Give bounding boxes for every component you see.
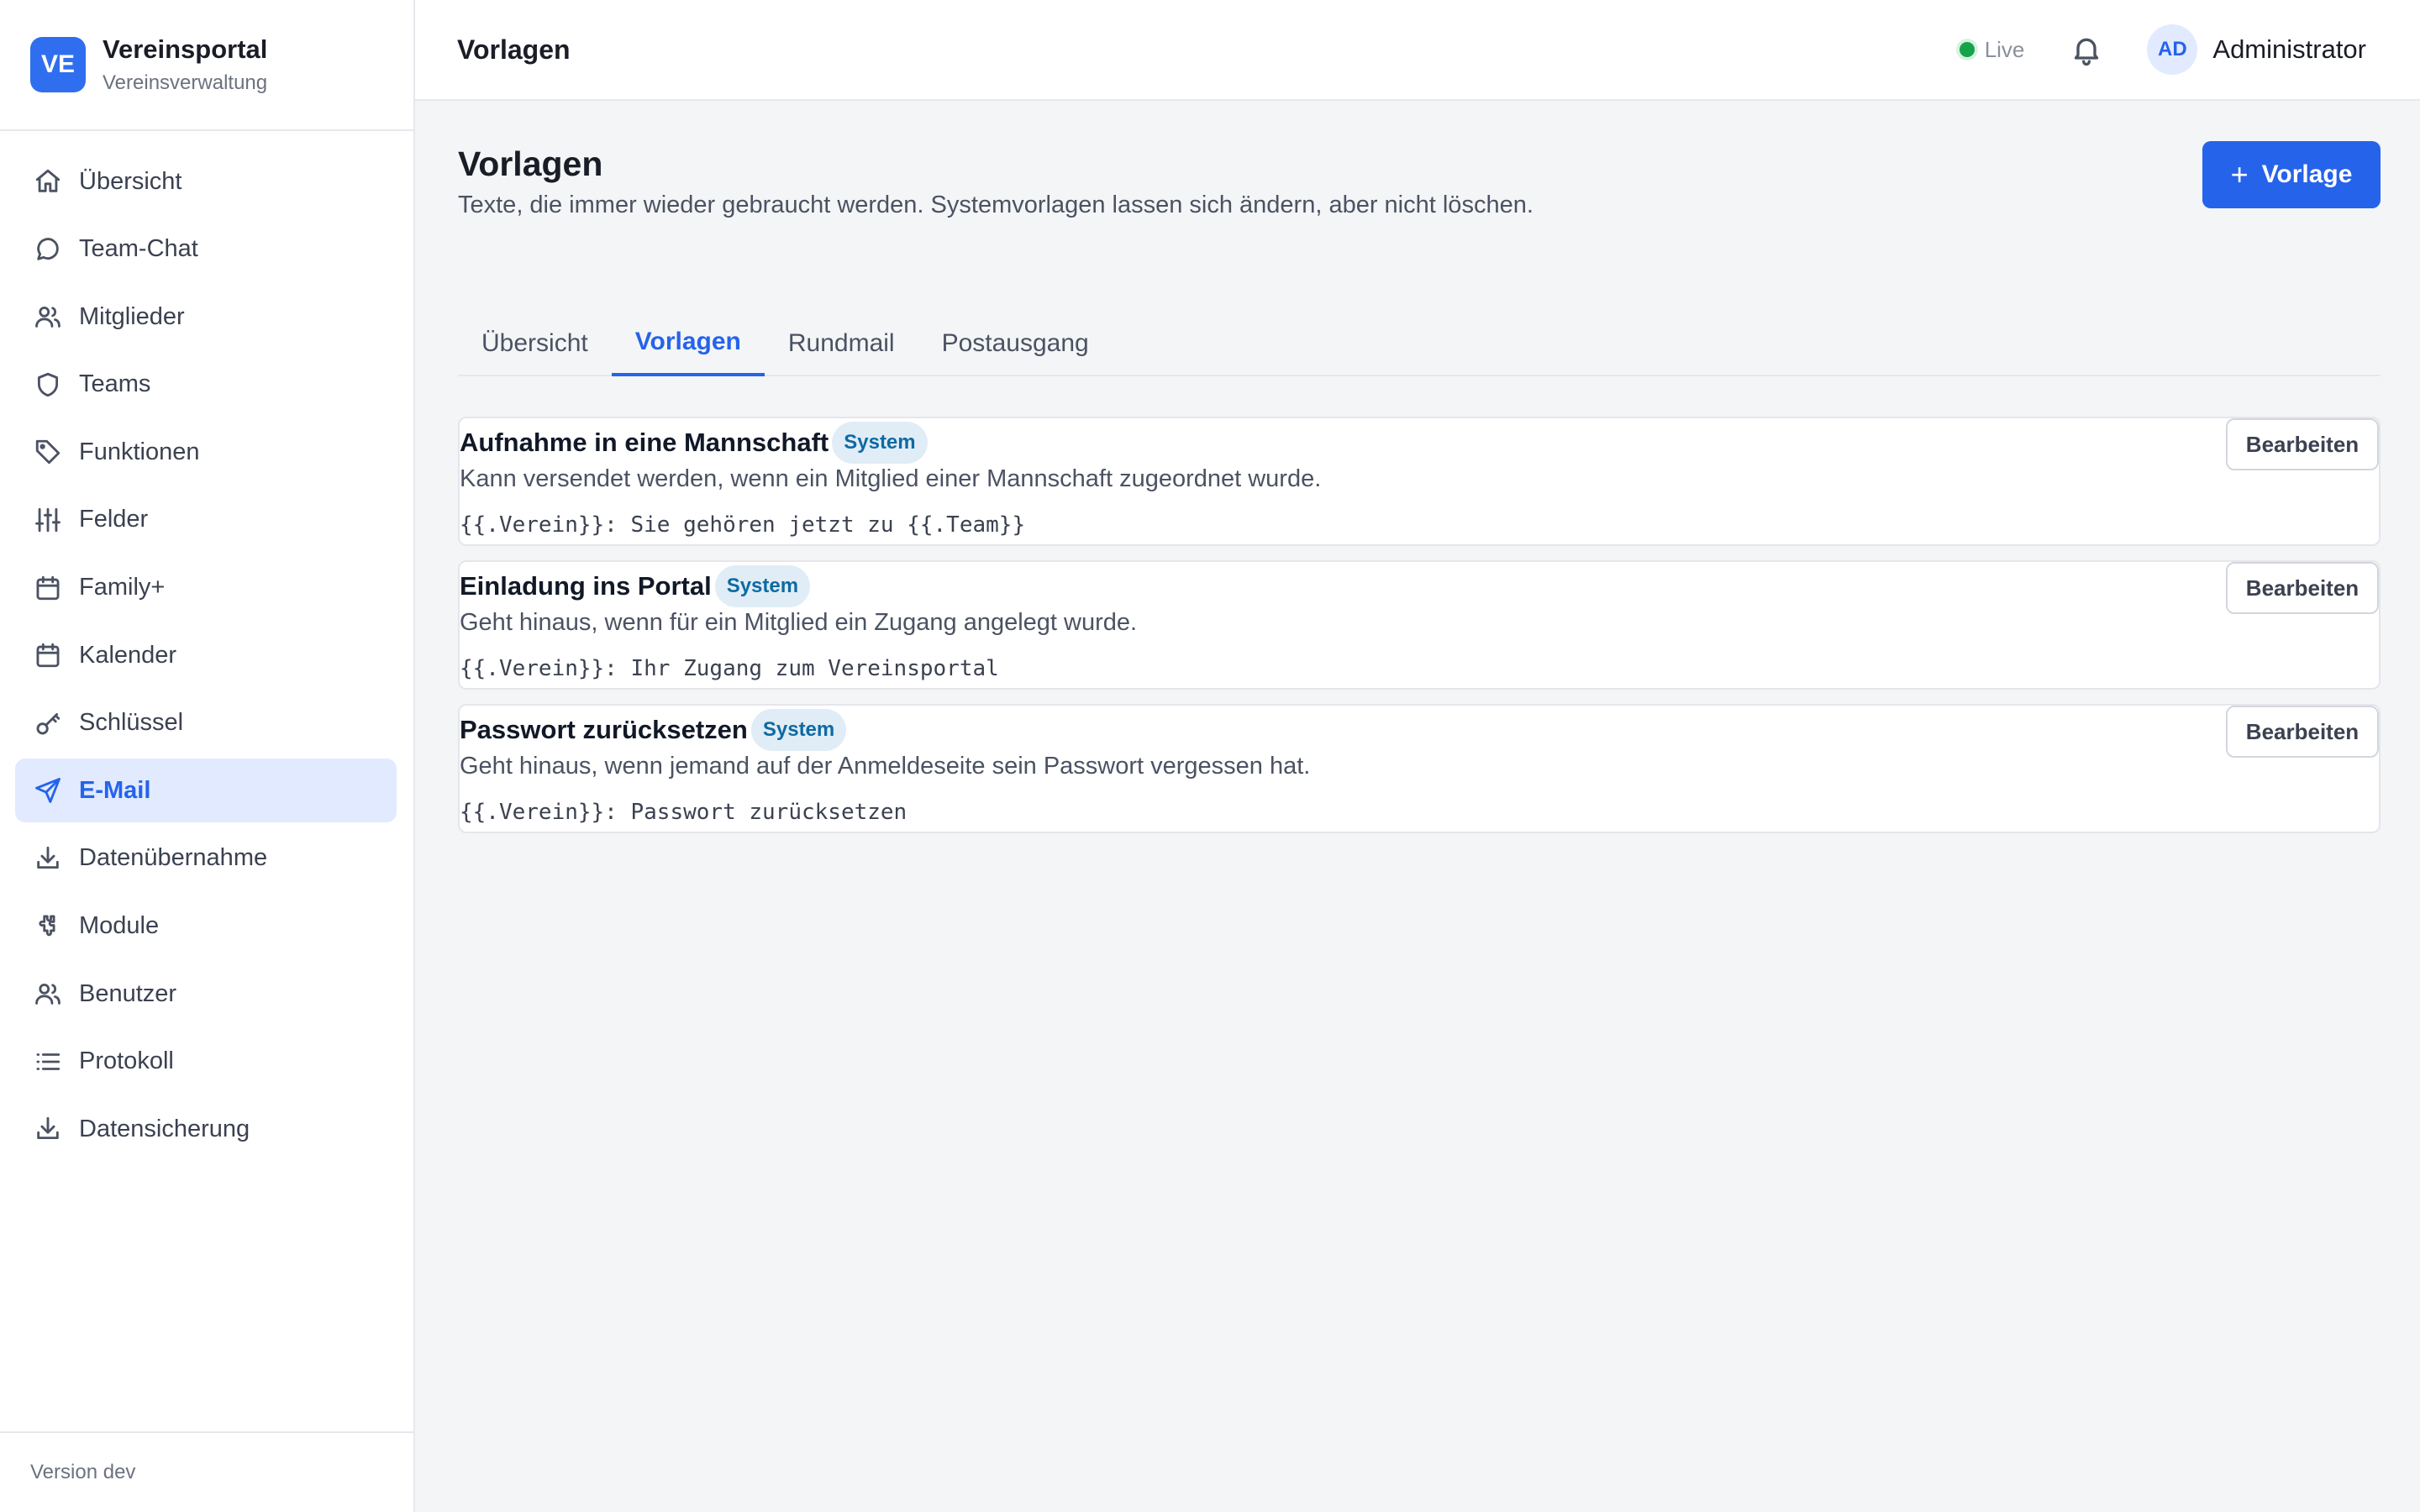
tag-icon — [34, 438, 62, 466]
template-description: Geht hinaus, wenn für ein Mitglied ein Z… — [460, 609, 1138, 636]
send-icon — [34, 776, 62, 805]
email-tabs: Übersicht Vorlagen Rundmail Postausgang — [458, 311, 2381, 376]
puzzle-icon — [34, 912, 62, 941]
sidebar-item-kalender[interactable]: Kalender — [15, 623, 397, 687]
sidebar-item-family[interactable]: Family+ — [15, 556, 397, 620]
template-header: Einladung ins Portal System — [460, 565, 811, 607]
topbar: Vorlagen Live AD Administrator — [415, 0, 2420, 101]
tab-vorlagen[interactable]: Vorlagen — [611, 311, 765, 376]
status-dot-icon — [1959, 42, 1975, 57]
system-badge: System — [750, 709, 847, 751]
users-icon — [34, 979, 62, 1008]
sidebar-item-funktionen[interactable]: Funktionen — [15, 420, 397, 484]
template-description: Kann versendet werden, wenn ein Mitglied… — [460, 465, 1322, 492]
sidebar-item-e-mail[interactable]: E-Mail — [15, 759, 397, 823]
sidebar-item-label: Datensicherung — [79, 1115, 250, 1142]
page-title: Vorlagen — [458, 144, 603, 183]
template-title: Einladung ins Portal — [460, 571, 712, 601]
sidebar-item-protokoll[interactable]: Protokoll — [15, 1030, 397, 1094]
sidebar-item-label: Mitglieder — [79, 302, 185, 330]
sidebar-item-label: Funktionen — [79, 438, 200, 465]
sidebar-nav: Übersicht Team-Chat Mitglieder Teams Fun… — [0, 131, 413, 1161]
tab-uebersicht[interactable]: Übersicht — [458, 311, 612, 376]
sidebar-item-schluessel[interactable]: Schlüssel — [15, 691, 397, 755]
add-template-label: Vorlage — [2261, 160, 2353, 188]
template-header: Passwort zurücksetzen System — [460, 709, 847, 751]
sidebar-item-module[interactable]: Module — [15, 895, 397, 958]
sidebar-item-benutzer[interactable]: Benutzer — [15, 962, 397, 1026]
sidebar-item-team-chat[interactable]: Team-Chat — [15, 218, 397, 281]
template-card: Aufnahme in eine Mannschaft System Kann … — [458, 417, 2381, 546]
sidebar-item-datenuebernahme[interactable]: Datenübernahme — [15, 827, 397, 890]
edit-button[interactable]: Bearbeiten — [2226, 418, 2379, 470]
brand-name: Vereinsportal — [103, 34, 268, 64]
download-icon — [34, 1115, 62, 1143]
template-subject: {{.Verein}}: Ihr Zugang zum Vereinsporta… — [460, 656, 999, 681]
tab-rundmail[interactable]: Rundmail — [765, 311, 918, 376]
sidebar-item-label: Protokoll — [79, 1047, 174, 1075]
live-status: Live — [1959, 36, 2025, 63]
calendar-icon — [34, 574, 62, 602]
sidebar-item-label: Kalender — [79, 641, 177, 669]
system-badge: System — [832, 422, 928, 464]
template-title: Aufnahme in eine Mannschaft — [460, 428, 829, 457]
sidebar-item-label: Family+ — [79, 574, 166, 601]
version-label: Version dev — [0, 1431, 413, 1512]
chat-icon — [34, 235, 62, 264]
plus-icon: + — [2230, 157, 2249, 192]
calendar-icon — [34, 641, 62, 669]
list-icon — [34, 1047, 62, 1076]
live-status-label: Live — [1984, 36, 2025, 62]
page-subtitle: Texte, die immer wieder gebraucht werden… — [458, 192, 1534, 218]
sliders-icon — [34, 506, 62, 534]
edit-button[interactable]: Bearbeiten — [2226, 562, 2379, 614]
edit-button[interactable]: Bearbeiten — [2226, 706, 2379, 758]
system-badge: System — [714, 565, 811, 607]
add-template-button[interactable]: + Vorlage — [2202, 141, 2381, 208]
home-icon — [34, 167, 62, 196]
topbar-actions: Live AD Administrator — [1959, 0, 2366, 99]
sidebar-item-label: Felder — [79, 506, 149, 533]
template-title: Passwort zurücksetzen — [460, 715, 748, 744]
template-card: Einladung ins Portal System Geht hinaus,… — [458, 560, 2381, 690]
key-icon — [34, 709, 62, 738]
download-icon — [34, 844, 62, 873]
brand-logo: VE — [30, 37, 86, 92]
users-icon — [34, 302, 62, 331]
sidebar-item-label: Datenübernahme — [79, 844, 268, 872]
avatar[interactable]: AD — [2147, 24, 2198, 75]
sidebar-item-label: Module — [79, 912, 160, 940]
sidebar-item-datensicherung[interactable]: Datensicherung — [15, 1097, 397, 1161]
template-subject: {{.Verein}}: Sie gehören jetzt zu {{.Tea… — [460, 512, 1026, 538]
template-description: Geht hinaus, wenn jemand auf der Anmelde… — [460, 753, 1311, 780]
user-name[interactable]: Administrator — [2212, 34, 2366, 65]
brand-subtitle: Vereinsverwaltung — [103, 71, 268, 94]
sidebar: VE Vereinsportal Vereinsverwaltung Übers… — [0, 0, 415, 1512]
sidebar-item-label: Schlüssel — [79, 709, 184, 737]
template-subject: {{.Verein}}: Passwort zurücksetzen — [460, 800, 908, 825]
template-list: Aufnahme in eine Mannschaft System Kann … — [458, 417, 2381, 848]
tab-postausgang[interactable]: Postausgang — [918, 311, 1113, 376]
sidebar-item-uebersicht[interactable]: Übersicht — [15, 150, 397, 213]
sidebar-item-mitglieder[interactable]: Mitglieder — [15, 285, 397, 349]
brand[interactable]: VE Vereinsportal Vereinsverwaltung — [0, 0, 413, 131]
template-card: Passwort zurücksetzen System Geht hinaus… — [458, 704, 2381, 833]
sidebar-item-teams[interactable]: Teams — [15, 353, 397, 417]
sidebar-item-felder[interactable]: Felder — [15, 488, 397, 552]
sidebar-item-label: Benutzer — [79, 979, 177, 1007]
topbar-title: Vorlagen — [457, 34, 571, 65]
bell-icon[interactable] — [2070, 33, 2103, 66]
sidebar-item-label: Teams — [79, 370, 151, 398]
sidebar-item-label: E-Mail — [79, 776, 151, 804]
sidebar-item-label: Team-Chat — [79, 235, 198, 263]
sidebar-item-label: Übersicht — [79, 167, 182, 195]
template-header: Aufnahme in eine Mannschaft System — [460, 422, 928, 464]
shield-icon — [34, 370, 62, 399]
